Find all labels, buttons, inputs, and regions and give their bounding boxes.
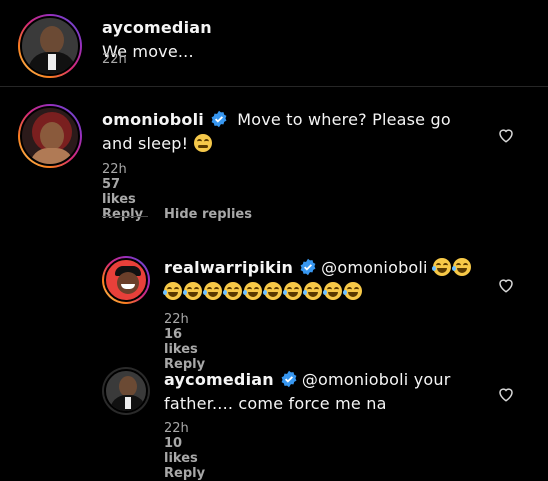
comment-body-line1: Move to where? Please go [237,110,451,129]
laughing-emoji [243,282,262,300]
reply-text: realwarripikin @omonioboli [163,256,484,304]
timestamp: 22h [164,421,189,436]
timestamp: 22h [102,162,127,177]
heart-icon[interactable] [497,126,515,144]
hide-replies-line [102,216,148,217]
laughing-emoji-group [432,258,473,277]
likes-count[interactable]: 10 likes [164,436,198,466]
laughing-emoji [452,258,471,276]
laughing-emoji [283,282,302,300]
likes-count[interactable]: 16 likes [164,327,198,357]
hide-replies-button[interactable]: Hide replies [164,207,252,222]
username[interactable]: aycomedian [102,18,212,37]
likes-count[interactable]: 57 likes [102,177,136,207]
reply-body-line2: father.... come force me na [164,394,387,413]
heart-icon[interactable] [497,385,515,403]
reply-button[interactable]: Reply [164,466,205,481]
mention[interactable]: @omonioboli [321,258,428,277]
reply-button[interactable]: Reply [102,207,143,222]
timestamp: 22h [102,52,127,67]
heart-icon[interactable] [497,276,515,294]
reply-text: aycomedian @omonioboli your father.... co… [164,368,484,416]
divider [0,86,548,87]
mention[interactable]: @omonioboli [302,370,409,389]
comment-meta: 22h [102,52,157,67]
verified-badge-icon [300,258,316,276]
laughing-emoji [263,282,282,300]
laughing-emoji [303,282,322,300]
reply-body-line1: your [413,370,451,389]
comment-text: omonioboli Move to where? Please go and … [102,108,462,156]
tired-face-emoji [193,134,212,152]
laughing-emoji [323,282,342,300]
username[interactable]: omonioboli [102,110,204,129]
avatar[interactable] [18,14,82,78]
laughing-emoji [163,282,182,300]
comment-body-line2: and sleep! [102,134,189,153]
avatar[interactable] [102,256,150,304]
avatar[interactable] [102,367,150,415]
verified-badge-icon [281,370,297,388]
reply-meta: 22h 16 likes Reply [164,312,235,372]
verified-badge-icon [211,110,227,128]
laughing-emoji [203,282,222,300]
laughing-emoji-row [163,282,364,301]
reply-meta: 22h 10 likes Reply [164,421,235,481]
laughing-emoji [432,258,451,276]
username[interactable]: realwarripikin [164,258,293,277]
laughing-emoji [343,282,362,300]
laughing-emoji [183,282,202,300]
laughing-emoji [223,282,242,300]
comment-meta: 22h 57 likes Reply [102,162,173,222]
username[interactable]: aycomedian [164,370,274,389]
timestamp: 22h [164,312,189,327]
avatar[interactable] [18,104,82,168]
